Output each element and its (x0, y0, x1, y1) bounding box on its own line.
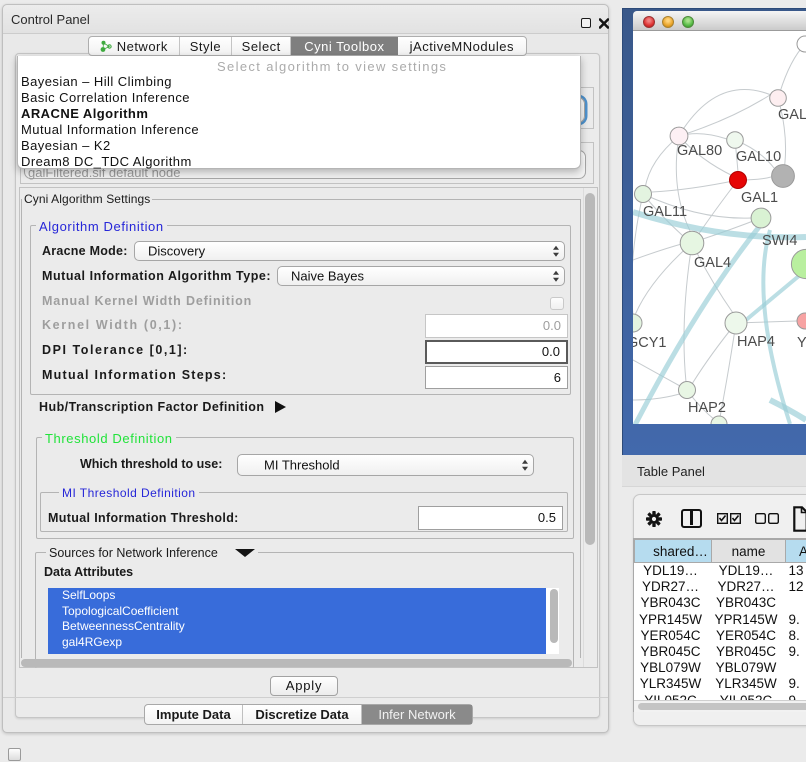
svg-text:GCY1: GCY1 (633, 335, 667, 351)
svg-text:GAL11: GAL11 (643, 204, 687, 220)
svg-text:HAP2: HAP2 (688, 400, 726, 416)
svg-text:Y: Y (797, 335, 806, 351)
svg-text:GAL10: GAL10 (736, 149, 781, 165)
svg-text:GAL4: GAL4 (694, 255, 731, 271)
svg-text:GAL80: GAL80 (677, 143, 722, 159)
svg-text:SWI4: SWI4 (762, 233, 797, 249)
svg-text:GAL: GAL (778, 107, 806, 123)
svg-text:GAL1: GAL1 (741, 190, 778, 206)
svg-text:HAP4: HAP4 (737, 334, 775, 350)
